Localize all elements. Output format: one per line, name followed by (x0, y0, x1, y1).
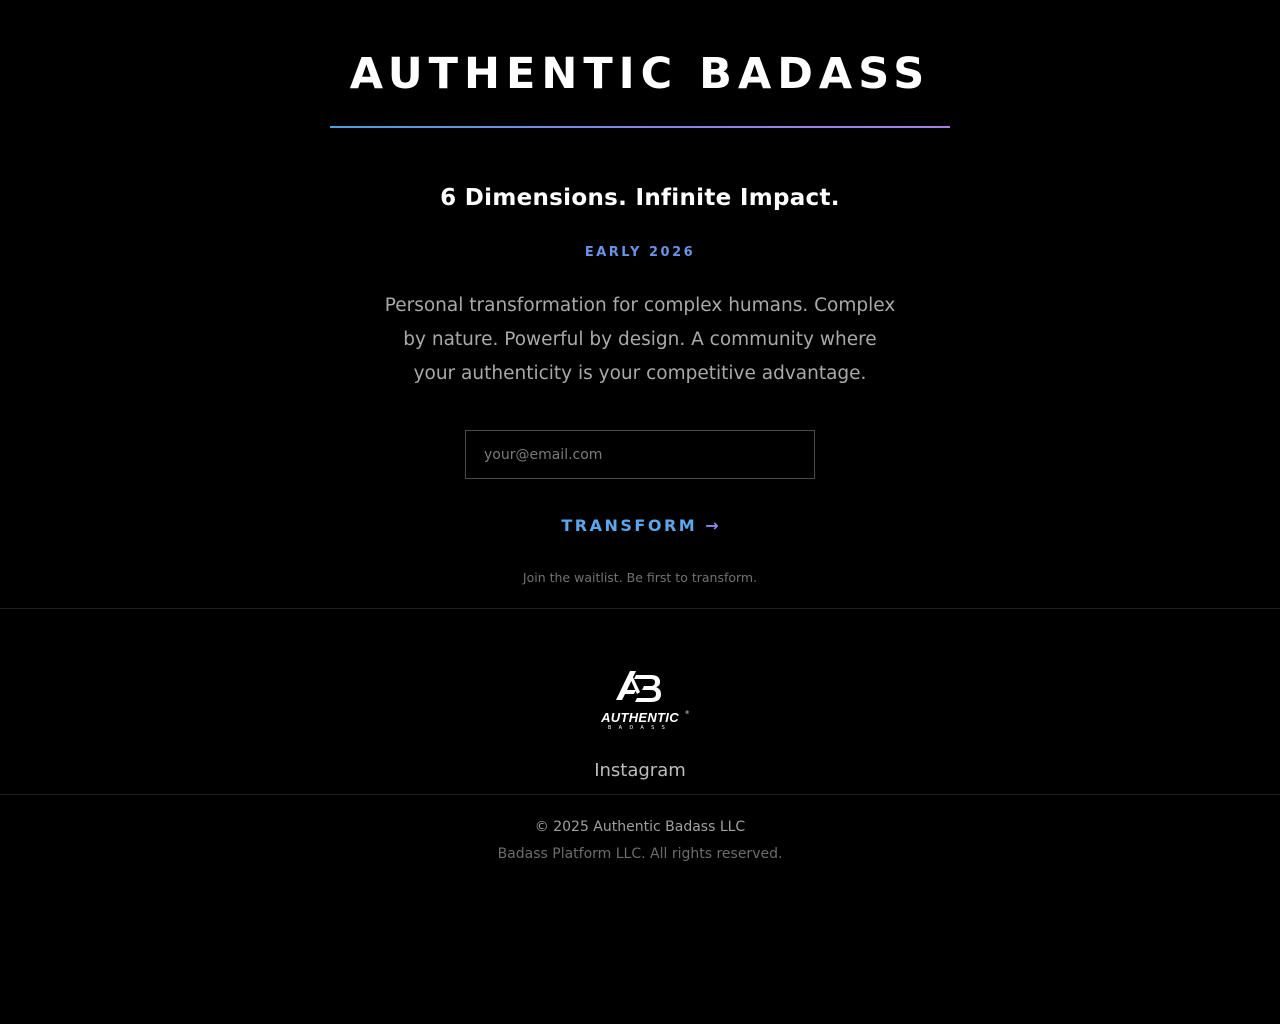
title-gradient-rule (330, 126, 950, 128)
waitlist-note: Join the waitlist. Be first to transform… (522, 570, 758, 585)
tagline: 6 Dimensions. Infinite Impact. (440, 185, 840, 211)
section-divider (0, 608, 1280, 609)
transform-submit-button[interactable]: TRANSFORM → (540, 510, 740, 540)
copyright-text: © 2025 Authentic Badass LLC (534, 819, 746, 835)
instagram-link-label: Instagram (594, 760, 686, 781)
instagram-link[interactable]: Instagram (0, 758, 1280, 784)
launch-date-label: EARLY 2026 (0, 244, 1280, 262)
hero-description: Personal transformation for complex huma… (384, 295, 896, 384)
authentic-badass-logo: AUTHENTIC ® BADASS (600, 671, 690, 731)
rights-text: Badass Platform LLC. All rights reserved… (497, 846, 783, 862)
logo-wordmark: AUTHENTIC (600, 710, 679, 725)
brand-title: AUTHENTIC BADASS (349, 49, 931, 99)
footer-divider (0, 794, 1280, 795)
logo-sub-wordmark: BADASS (608, 725, 672, 731)
submit-label: TRANSFORM (561, 515, 698, 535)
hero-section: AUTHENTIC BADASS 6 Dimensions. Infinite … (0, 0, 1280, 608)
arrow-right-icon: → (705, 515, 719, 535)
email-input[interactable] (465, 430, 815, 479)
logo-registered-mark: ® (685, 709, 690, 716)
